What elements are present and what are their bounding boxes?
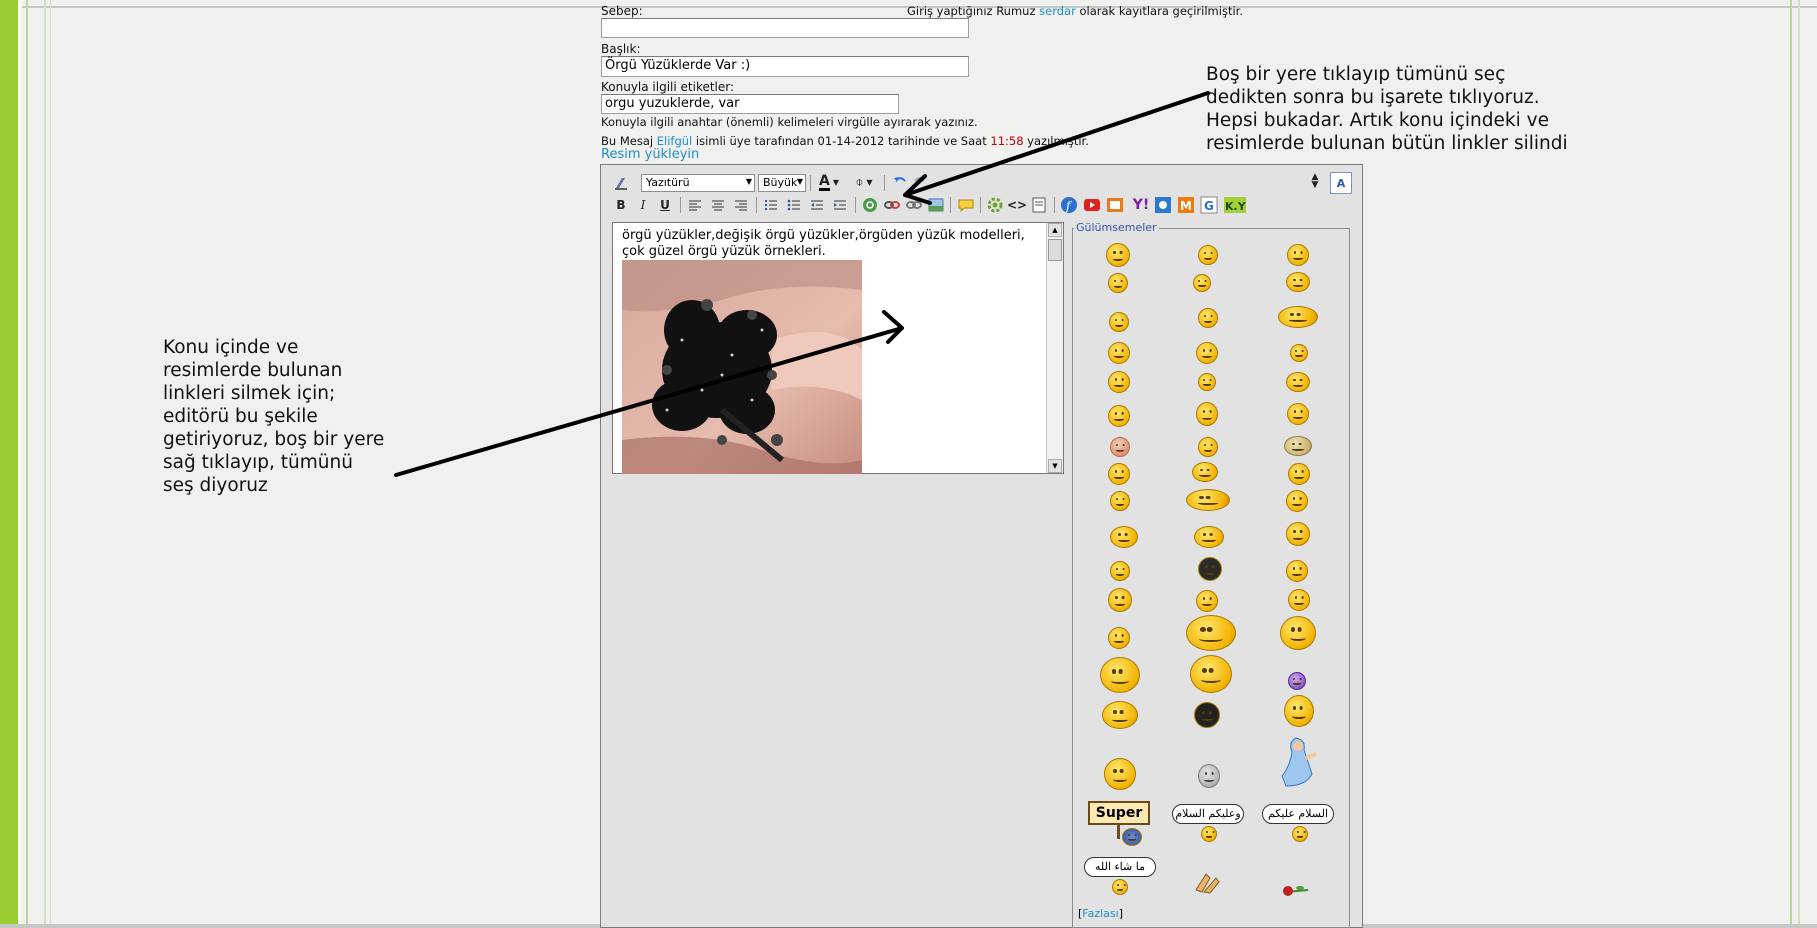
annotation-left-line: Konu içinde ve [163, 337, 299, 358]
arrow-to-editor [394, 326, 904, 477]
arrow-to-link-button [903, 91, 1210, 197]
annotation-left-line: getiriyoruz, boş bir yere [163, 429, 385, 450]
annotation-left-line: editörü bu şekile [163, 406, 318, 427]
annotation-right-line: Hepsi bukadar. Artık konu içindeki ve [1206, 110, 1549, 131]
annotation-right-line: resimlerde bulunan bütün linkler silindi [1206, 133, 1568, 154]
annotation-left-line: sağ tıklayıp, tümünü [163, 452, 353, 473]
annotation-right-line: Boş bir yere tıklayıp tümünü seç [1206, 64, 1506, 85]
annotation-left: Konu içinde ve resimlerde bulunan linkle… [163, 336, 384, 497]
annotation-left-line: linkleri silmek için; [163, 383, 336, 404]
annotation-left-line: resimlerde bulunan [163, 360, 343, 381]
annotation-right: Boş bir yere tıklayıp tümünü seç dedikte… [1206, 63, 1568, 155]
annotation-right-line: dedikten sonra bu işarete tıklıyoruz. [1206, 87, 1540, 108]
annotation-left-line: seş diyoruz [163, 475, 268, 496]
